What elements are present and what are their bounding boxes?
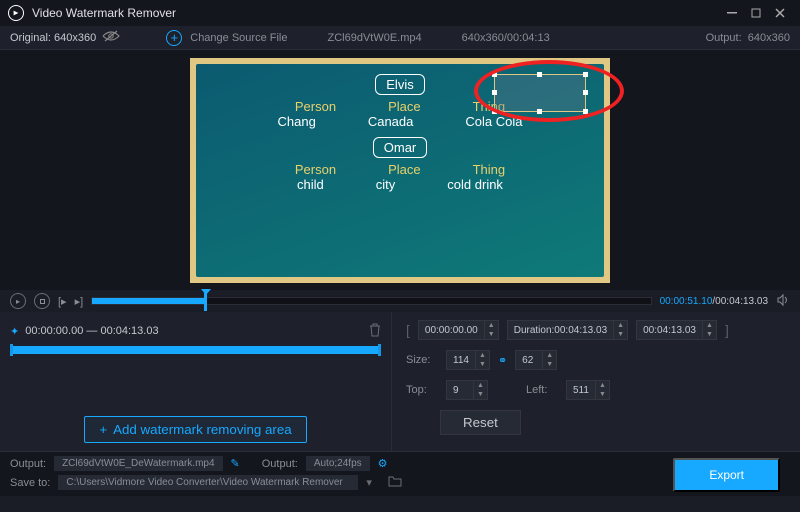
plus-icon: + <box>166 30 182 46</box>
reset-button[interactable]: Reset <box>440 410 521 435</box>
titlebar: Video Watermark Remover <box>0 0 800 26</box>
original-label: Original: <box>10 32 51 44</box>
stop-button[interactable] <box>34 293 50 309</box>
play-button[interactable]: ▸ <box>10 293 26 309</box>
board-h-person: Person <box>295 99 336 114</box>
open-folder-icon[interactable]: ▾ <box>366 476 372 489</box>
duration-stepper[interactable]: Duration:00:04:13.03▲▼ <box>507 320 628 340</box>
top-stepper[interactable]: 9▲▼ <box>446 380 488 400</box>
app-title: Video Watermark Remover <box>32 6 720 20</box>
left-stepper[interactable]: 511▲▼ <box>566 380 610 400</box>
board-r2c3: cold drink <box>447 177 503 192</box>
preview-area: Elvis Person Place Thing Chang Canada Co… <box>0 50 800 290</box>
video-preview[interactable]: Elvis Person Place Thing Chang Canada Co… <box>190 58 610 283</box>
mark-in-button[interactable]: [▸ <box>58 295 67 308</box>
original-info: Original: 640x360 <box>10 30 126 45</box>
saveto-label: Save to: <box>10 477 50 489</box>
top-label: Top: <box>406 384 438 396</box>
params-panel: [ 00:00:00.00▲▼ Duration:00:04:13.03▲▼ 0… <box>392 312 800 451</box>
size-label: Size: <box>406 354 438 366</box>
browse-folder-icon[interactable] <box>388 475 402 490</box>
eye-off-icon[interactable] <box>102 30 120 45</box>
delete-segment-button[interactable] <box>369 323 381 340</box>
board-name1: Elvis <box>375 74 424 95</box>
wand-icon[interactable]: ✦ <box>10 325 19 338</box>
saveto-path[interactable]: C:\Users\Vidmore Video Converter\Video W… <box>58 475 358 490</box>
original-dimensions: 640x360 <box>54 32 96 44</box>
playhead[interactable] <box>204 293 207 311</box>
video-frame: Elvis Person Place Thing Chang Canada Co… <box>196 64 604 277</box>
output-file-label: Output: <box>10 458 46 470</box>
output-format-label: Output: <box>262 458 298 470</box>
mark-out-button[interactable]: ▸] <box>75 295 84 308</box>
file-info-label: 640x360/00:04:13 <box>462 32 550 44</box>
close-button[interactable] <box>768 5 792 21</box>
segment-bar[interactable] <box>10 346 381 354</box>
board-r1c1: Chang <box>278 114 316 129</box>
width-stepper[interactable]: 114▲▼ <box>446 350 490 370</box>
filename-label: ZCl69dVtW0E.mp4 <box>327 32 421 44</box>
board-r1c3: Cola Cola <box>465 114 522 129</box>
settings-icon[interactable]: ⚙ <box>378 457 388 470</box>
output-info: Output: 640x360 <box>706 32 790 44</box>
segments-panel: ✦ 00:00:00.00 — 00:04:13.03 + Add waterm… <box>0 312 392 451</box>
bracket-left-icon[interactable]: [ <box>406 322 410 338</box>
volume-icon[interactable] <box>776 293 790 310</box>
change-source-button[interactable]: + Change Source File <box>166 30 287 46</box>
board-r2c1: child <box>297 177 324 192</box>
footer-bar: Output: ZCl69dVtW0E_DeWatermark.mp4 ✎ Ou… <box>0 451 800 496</box>
board-h-place: Place <box>388 99 421 114</box>
segment-range: 00:00:00.00 — 00:04:13.03 <box>25 325 158 337</box>
watermark-selection-box[interactable] <box>494 74 586 112</box>
plus-icon: + <box>99 422 107 437</box>
timecode: 00:00:51.10/00:04:13.03 <box>660 296 768 307</box>
minimize-button[interactable] <box>720 5 744 21</box>
edit-icon[interactable]: ✎ <box>231 457 240 470</box>
app-logo-icon <box>8 5 24 21</box>
board-name2: Omar <box>373 137 428 158</box>
output-filename: ZCl69dVtW0E_DeWatermark.mp4 <box>54 456 222 471</box>
start-time-stepper[interactable]: 00:00:00.00▲▼ <box>418 320 499 340</box>
height-stepper[interactable]: 62▲▼ <box>515 350 557 370</box>
board-r2c2: city <box>376 177 396 192</box>
maximize-button[interactable] <box>744 5 768 21</box>
link-icon[interactable]: ⚭ <box>498 354 507 367</box>
add-watermark-area-button[interactable]: + Add watermark removing area <box>84 416 306 443</box>
header-bar: Original: 640x360 + Change Source File Z… <box>0 26 800 50</box>
left-label: Left: <box>526 384 558 396</box>
board-r1c2: Canada <box>368 114 414 129</box>
timeline-track[interactable] <box>91 297 651 305</box>
end-time-stepper[interactable]: 00:04:13.03▲▼ <box>636 320 717 340</box>
output-format-value[interactable]: Auto;24fps <box>306 456 370 471</box>
export-button[interactable]: Export <box>673 458 780 492</box>
bracket-right-icon[interactable]: ] <box>725 322 729 338</box>
playback-bar: ▸ [▸ ▸] 00:00:51.10/00:04:13.03 <box>0 290 800 312</box>
